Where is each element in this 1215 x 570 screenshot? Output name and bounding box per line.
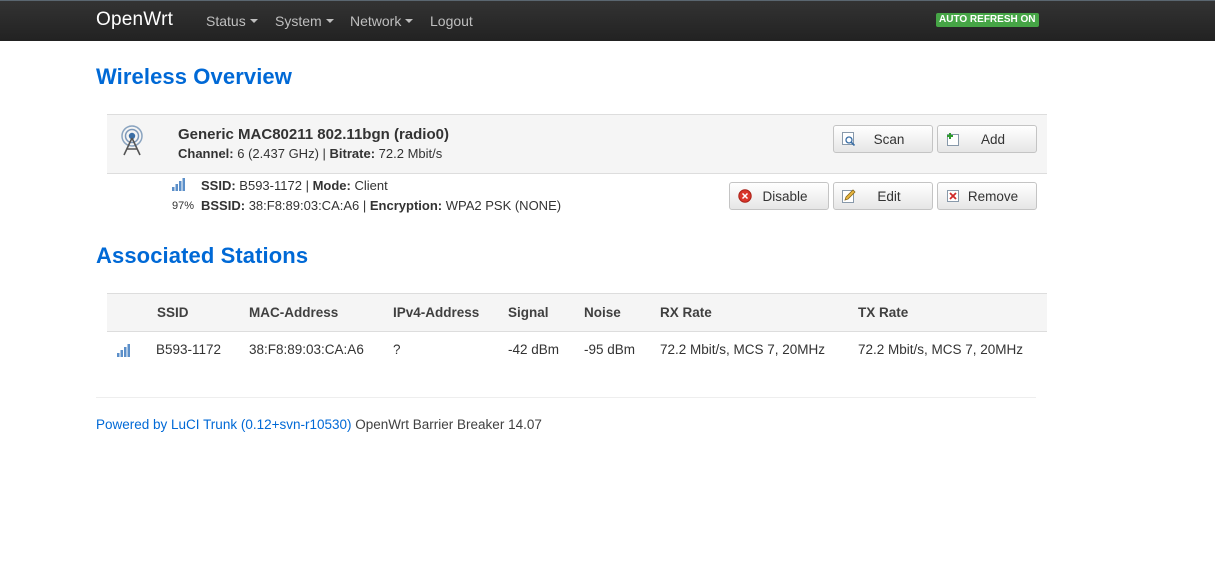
edit-button-label: Edit [877,189,901,204]
footer: Powered by LuCI Trunk (0.12+svn-r10530) … [96,417,542,432]
caret-down-icon [249,19,258,23]
caret-down-icon [405,19,414,23]
radio-device-row: Generic MAC80211 802.11bgn (radio0) Chan… [107,114,1047,174]
stations-heading: Associated Stations [96,243,309,268]
cell-tx-rate: 72.2 Mbit/s, MCS 7, 20MHz [858,342,1024,357]
scan-button[interactable]: Scan [833,125,933,153]
ssid-label: SSID: [201,178,236,193]
nav-network-menu[interactable]: Network [350,13,414,29]
signal-percent: 97% [172,200,195,212]
luci-link[interactable]: Powered by LuCI Trunk (0.12+svn-r10530) [96,417,352,432]
remove-button[interactable]: Remove [937,182,1037,210]
wireless-network-row: 97% SSID: B593-1172 | Mode: Client BSSID… [107,173,1047,219]
mode-value: Client [354,178,388,193]
nav-logout-link[interactable]: Logout [430,13,473,29]
disable-button[interactable]: Disable [729,182,829,210]
footer-divider [96,397,1036,398]
nav-logout-label: Logout [430,13,473,29]
cell-mac: 38:F8:89:03:CA:A6 [249,342,364,357]
bssid-value: 38:F8:89:03:CA:A6 [248,198,360,213]
column-header-ssid: SSID [157,305,189,320]
nav-system-menu[interactable]: System [275,13,334,29]
caret-down-icon [325,19,334,23]
remove-button-label: Remove [967,189,1019,204]
cell-signal: -42 dBm [508,342,560,357]
top-navbar: OpenWrt Status System Network Logout AUT… [0,0,1215,41]
cell-noise: -95 dBm [584,342,636,357]
nav-status-menu[interactable]: Status [206,13,258,29]
edit-button[interactable]: Edit [833,182,933,210]
channel-label: Channel: [178,146,234,161]
signal-strength-icon [172,178,185,191]
radio-device-info: Channel: 6 (2.437 GHz) | Bitrate: 72.2 M… [178,146,443,161]
network-bssid-line: BSSID: 38:F8:89:03:CA:A6 | Encryption: W… [201,198,562,213]
add-button[interactable]: Add [937,125,1037,153]
ssid-value: B593-1172 [239,178,302,193]
bitrate-label: Bitrate: [329,146,376,161]
nav-status-label: Status [206,13,246,29]
column-header-signal: Signal [508,305,549,320]
encryption-value: WPA2 PSK (NONE) [445,198,562,213]
radio-device-name: Generic MAC80211 802.11bgn (radio0) [178,126,449,143]
column-header-ipv4: IPv4-Address [393,305,480,320]
encryption-label: Encryption: [369,198,443,213]
brand-logo[interactable]: OpenWrt [96,9,173,31]
bitrate-value: 72.2 Mbit/s [378,146,443,161]
disable-button-label: Disable [762,189,808,204]
scan-button-label: Scan [873,132,905,147]
footer-version: OpenWrt Barrier Breaker 14.07 [351,417,542,432]
column-header-tx-rate: TX Rate [858,305,909,320]
channel-value: 6 (2.437 GHz) [237,146,319,161]
network-ssid-line: SSID: B593-1172 | Mode: Client [201,178,388,193]
nav-network-label: Network [350,13,402,29]
wifi-radio-icon [121,125,143,156]
table-header: SSID MAC-Address IPv4-Address Signal Noi… [107,293,1047,332]
add-button-label: Add [980,132,1006,147]
bssid-label: BSSID: [201,198,246,213]
cell-ssid: B593-1172 [156,342,222,357]
mode-label: Mode: [312,178,351,193]
column-header-mac: MAC-Address [249,305,339,320]
table-row: B593-1172 38:F8:89:03:CA:A6 ? -42 dBm -9… [107,331,1047,369]
nav-system-label: System [275,13,322,29]
cell-rx-rate: 72.2 Mbit/s, MCS 7, 20MHz [660,342,826,357]
column-header-rx-rate: RX Rate [660,305,712,320]
auto-refresh-badge[interactable]: AUTO REFRESH ON [936,13,1039,27]
signal-strength-icon [117,344,130,357]
page-title: Wireless Overview [96,64,292,89]
cell-ipv4: ? [393,342,401,357]
column-header-noise: Noise [584,305,621,320]
